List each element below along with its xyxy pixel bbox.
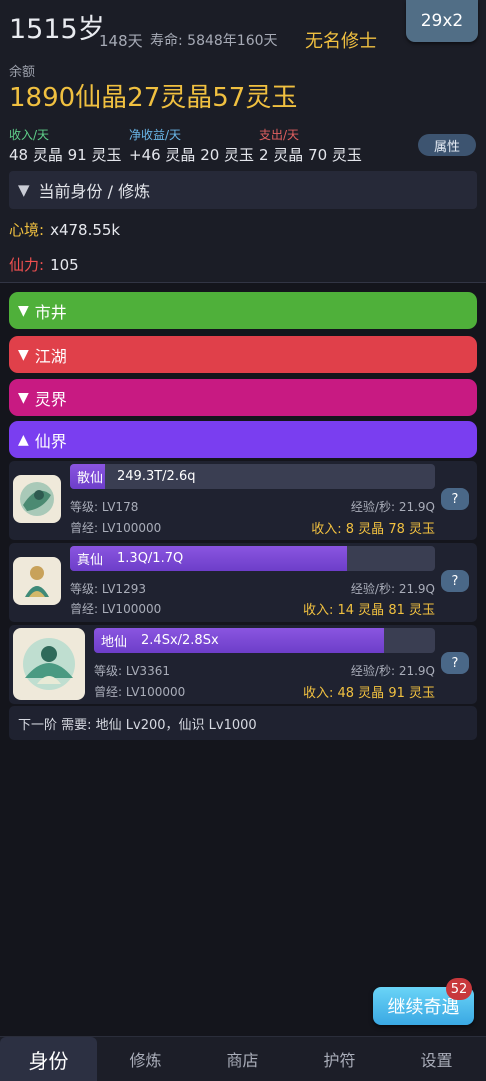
- rank-income: 收入: 8 灵晶 78 灵玉: [311, 522, 435, 537]
- nav-tab-settings[interactable]: 设置: [388, 1037, 485, 1081]
- header-panel: 1515岁 148天 寿命: 5848年160天 无名修士 29x2 余额 18…: [0, 0, 486, 282]
- rank-level: 等级: LV1293: [70, 582, 146, 596]
- rank-xp-rate: 经验/秒: 21.9Q: [350, 500, 435, 514]
- rank-level: 等级: LV178: [70, 500, 139, 514]
- rank-income: 收入: 14 灵晶 81 灵玉: [303, 603, 435, 618]
- triangle-down-icon: ▼: [18, 346, 29, 363]
- rank-card-dixian: 地仙 2.4Sx/2.8Sx 等级: LV3361 曾经: LV100000 经验…: [9, 625, 477, 704]
- band-shijing[interactable]: ▼ 市井: [9, 292, 477, 329]
- band-label: 江湖: [34, 346, 67, 366]
- nav-tab-cultivation[interactable]: 修炼: [97, 1037, 194, 1081]
- days-value: 148天: [99, 32, 143, 50]
- rank-card-zhenxian: 真仙 1.3Q/1.7Q 等级: LV1293 曾经: LV100000 经验/秒…: [9, 543, 477, 622]
- xianli-label: 仙力:: [9, 256, 45, 274]
- dixian-portrait: [13, 628, 85, 700]
- band-label: 仙界: [34, 431, 67, 451]
- rank-previous-level: 曾经: LV100000: [70, 602, 162, 616]
- rank-card-sanxian: 散仙 249.3T/2.6q 等级: LV178 曾经: LV100000 经验/…: [9, 461, 477, 540]
- zhenxian-portrait: [13, 557, 61, 605]
- rank-xp-rate: 经验/秒: 21.9Q: [350, 664, 435, 678]
- triangle-down-icon: ▼: [18, 389, 29, 406]
- triangle-down-icon: ▼: [18, 181, 30, 199]
- balance-label: 余额: [9, 65, 36, 80]
- rank-name: 真仙: [77, 553, 104, 568]
- sanxian-portrait: [13, 475, 61, 523]
- attributes-button[interactable]: 属性: [418, 134, 476, 156]
- next-rank-requirement: 下一阶 需要: 地仙 Lv200，仙识 Lv1000: [9, 706, 477, 740]
- band-jianghu[interactable]: ▼ 江湖: [9, 336, 477, 373]
- band-lingjie[interactable]: ▼ 灵界: [9, 379, 477, 416]
- xianli-row: 仙力: 105: [9, 254, 79, 275]
- rank-income: 收入: 48 灵晶 91 灵玉: [303, 686, 435, 701]
- identity-section-title: 当前身份 / 修炼: [38, 182, 151, 201]
- progress-text: 1.3Q/1.7Q: [117, 551, 184, 566]
- age-value: 1515岁: [9, 14, 105, 45]
- next-rank-requirement-text: 下一阶 需要: 地仙 Lv200，仙识 Lv1000: [18, 717, 257, 733]
- zhenxian-progress-bar: 真仙 1.3Q/1.7Q: [70, 546, 435, 571]
- expense-value: 2 灵晶 70 灵玉: [259, 146, 362, 164]
- rank-name: 散仙: [77, 471, 104, 486]
- progress-text: 249.3T/2.6q: [117, 469, 196, 484]
- band-label: 市井: [34, 302, 67, 322]
- identity-section-toggle[interactable]: ▼ 当前身份 / 修炼: [9, 171, 477, 209]
- help-button[interactable]: ?: [441, 570, 469, 592]
- net-income-value: +46 灵晶 20 灵玉: [129, 146, 255, 164]
- progress-text: 2.4Sx/2.8Sx: [141, 633, 219, 648]
- triangle-up-icon: ▲: [18, 431, 29, 448]
- divider: [0, 282, 486, 283]
- rank-name: 地仙: [101, 635, 128, 650]
- rank-xp-rate: 经验/秒: 21.9Q: [350, 582, 435, 596]
- xinjing-label: 心境:: [9, 221, 45, 239]
- lifespan-value: 寿命: 5848年160天: [150, 33, 278, 49]
- help-button[interactable]: ?: [441, 488, 469, 510]
- adventure-count-badge: 52: [446, 978, 472, 1000]
- xinjing-value: x478.55k: [50, 221, 121, 239]
- sanxian-progress-bar: 散仙 249.3T/2.6q: [70, 464, 435, 489]
- rank-previous-level: 曾经: LV100000: [70, 521, 162, 535]
- nav-tab-talisman[interactable]: 护符: [291, 1037, 388, 1081]
- xianli-value: 105: [50, 256, 79, 274]
- bottom-nav: 身份 修炼 商店 护符 设置: [0, 1036, 486, 1081]
- rank-level: 等级: LV3361: [94, 664, 170, 678]
- band-xianjie[interactable]: ▲ 仙界: [9, 421, 477, 458]
- rank-previous-level: 曾经: LV100000: [94, 685, 186, 699]
- triangle-down-icon: ▼: [18, 302, 29, 319]
- player-title: 无名修士: [305, 31, 377, 52]
- dixian-progress-bar: 地仙 2.4Sx/2.8Sx: [94, 628, 435, 653]
- help-button[interactable]: ?: [441, 652, 469, 674]
- nav-tab-shop[interactable]: 商店: [194, 1037, 291, 1081]
- income-label: 收入/天: [9, 128, 50, 142]
- game-speed-button[interactable]: 29x2: [406, 0, 478, 42]
- nav-tab-identity[interactable]: 身份: [0, 1037, 97, 1081]
- xinjing-row: 心境: x478.55k: [9, 219, 120, 240]
- expense-label: 支出/天: [259, 128, 300, 142]
- balance-value: 1890仙晶27灵晶57灵玉: [9, 83, 298, 113]
- band-label: 灵界: [34, 389, 67, 409]
- net-income-label: 净收益/天: [129, 128, 182, 142]
- income-value: 48 灵晶 91 灵玉: [9, 146, 122, 164]
